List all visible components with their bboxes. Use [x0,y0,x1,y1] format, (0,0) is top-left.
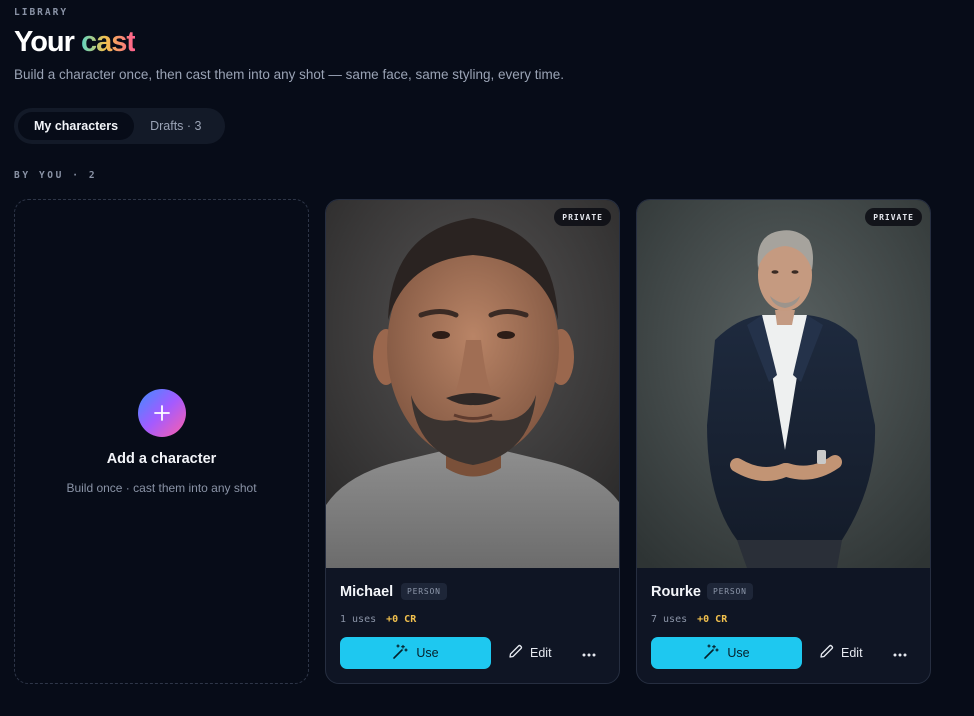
magic-wand-icon [392,643,408,663]
more-options-button[interactable] [889,643,911,663]
use-button-label: Use [416,646,439,660]
credits-value: +0 CR [386,614,417,625]
plus-icon [137,388,186,437]
character-meta: 7 uses +0 CR [651,614,727,625]
ellipsis-icon [893,644,907,662]
title-accent: cast [80,26,136,58]
character-photo-michael [326,200,619,568]
tab-bar: My characters Drafts · 3 [14,108,225,144]
edit-button-label: Edit [841,646,863,660]
section-label: BY YOU · 2 [14,170,98,181]
use-button[interactable]: Use [340,637,491,669]
character-photo-rourke [637,200,930,568]
title-plain: Your [14,26,75,58]
add-character-title: Add a character [106,450,217,467]
pencil-icon [819,644,834,662]
add-character-subtitle: Build once · cast them into any shot [66,480,257,495]
character-meta: 1 uses +0 CR [340,614,416,625]
uses-count: 1 uses [340,614,377,625]
page-subtitle: Build a character once, then cast them i… [14,67,565,82]
character-type-badge: PERSON [401,583,447,600]
use-button-label: Use [727,646,750,660]
add-character-card[interactable]: Add a character Build once · cast them i… [14,199,309,684]
character-card-rourke[interactable]: PRIVATE Rourke PERSON 7 uses +0 CR Use E… [636,199,931,684]
character-name: Michael [340,584,394,600]
private-badge: PRIVATE [554,208,611,226]
character-card-michael[interactable]: PRIVATE Michael PERSON 1 uses +0 CR Use … [325,199,620,684]
tab-my-characters[interactable]: My characters [18,112,135,140]
page-title: Your cast [14,26,136,59]
ellipsis-icon [582,644,596,662]
more-options-button[interactable] [578,643,600,663]
uses-count: 7 uses [651,614,688,625]
library-eyebrow: LIBRARY [14,7,69,18]
credits-value: +0 CR [697,614,728,625]
edit-button-label: Edit [530,646,552,660]
magic-wand-icon [703,643,719,663]
edit-button[interactable]: Edit [508,643,552,663]
edit-button[interactable]: Edit [819,643,863,663]
tab-drafts[interactable]: Drafts · 3 [134,112,217,140]
character-type-badge: PERSON [707,583,753,600]
character-name: Rourke [651,584,701,600]
private-badge: PRIVATE [865,208,922,226]
use-button[interactable]: Use [651,637,802,669]
pencil-icon [508,644,523,662]
